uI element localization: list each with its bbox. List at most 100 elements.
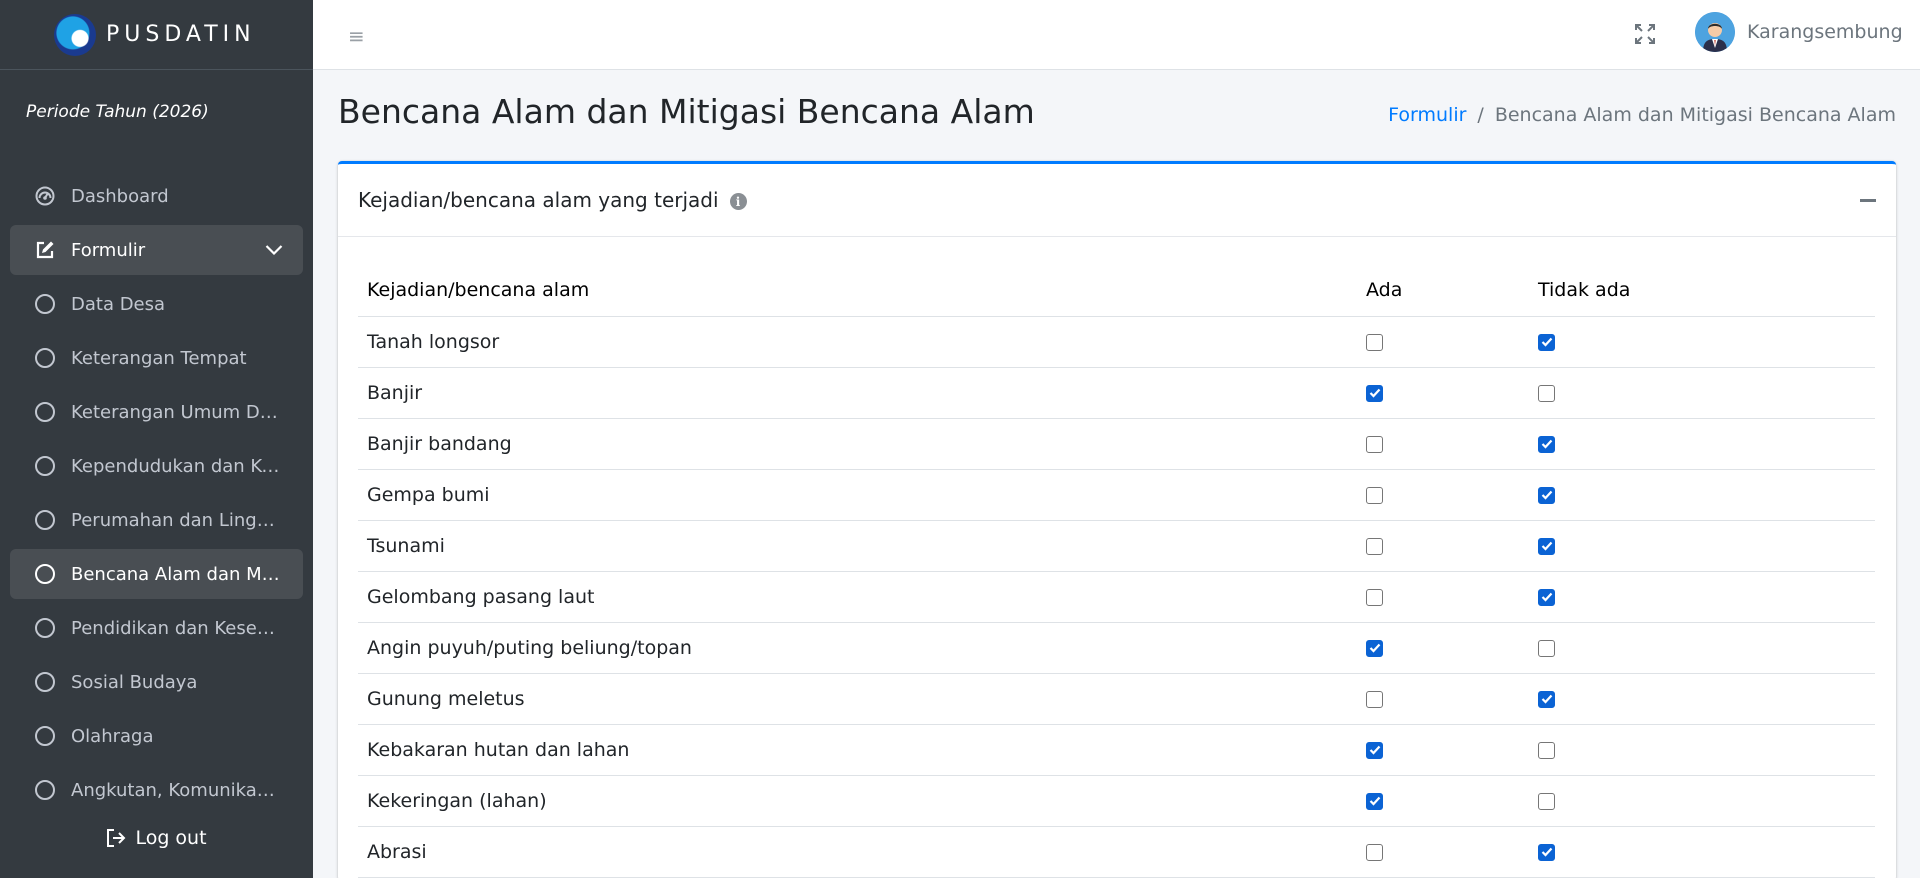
sidebar-item-kependudukan[interactable]: Kependudukan dan Ketenagakerjaan (10, 441, 303, 491)
sidebar-item-label: Sosial Budaya (71, 671, 198, 693)
row-label: Gelombang pasang laut (358, 571, 1357, 623)
row-cell-tidak-ada (1529, 418, 1875, 470)
fullscreen-icon[interactable] (1633, 22, 1657, 50)
row-label: Banjir (358, 367, 1357, 419)
row-label: Angin puyuh/puting beliung/topan (358, 622, 1357, 674)
collapse-minus-icon[interactable] (1860, 199, 1876, 202)
row-label: Kekeringan (lahan) (358, 775, 1357, 827)
row-cell-ada (1357, 469, 1529, 521)
edit-icon (34, 239, 56, 261)
circle-icon (34, 617, 56, 639)
sidebar-item-label: Kependudukan dan Ketenagakerjaan (71, 455, 303, 477)
chevron-down-icon (265, 240, 283, 261)
table-row: Abrasi (358, 826, 1875, 878)
circle-icon (34, 563, 56, 585)
table-row: Gunung meletus (358, 673, 1875, 725)
logout-label: Log out (135, 827, 207, 849)
row-cell-tidak-ada (1529, 826, 1875, 878)
row-cell-tidak-ada (1529, 673, 1875, 725)
username: Karangsembung (1747, 21, 1903, 43)
row-cell-tidak-ada (1529, 775, 1875, 827)
sidebar-item-data-desa[interactable]: Data Desa (10, 279, 303, 329)
sidebar-nav: Dashboard Formulir Data Desa Keterangan … (0, 171, 313, 815)
checkbox-tidak-ada[interactable] (1538, 384, 1555, 402)
sidebar-item-perumahan[interactable]: Perumahan dan Lingkungan Hidup (10, 495, 303, 545)
breadcrumb-formulir-link[interactable]: Formulir (1388, 104, 1466, 126)
checkbox-ada[interactable] (1366, 741, 1383, 759)
checkbox-ada[interactable] (1366, 333, 1383, 351)
sidebar-item-label: Angkutan, Komunikasi, dan Informasi (71, 779, 303, 801)
checkbox-tidak-ada[interactable] (1538, 792, 1555, 810)
checkbox-tidak-ada[interactable] (1538, 435, 1555, 453)
circle-icon (34, 347, 56, 369)
avatar (1695, 12, 1735, 52)
column-header-tidak-ada: Tidak ada (1529, 265, 1875, 317)
row-label: Tanah longsor (358, 316, 1357, 368)
row-cell-ada (1357, 622, 1529, 674)
checkbox-ada[interactable] (1366, 537, 1383, 555)
table-row: Angin puyuh/puting beliung/topan (358, 622, 1875, 674)
sidebar-item-dashboard[interactable]: Dashboard (10, 171, 303, 221)
sidebar: PUSDATIN Periode Tahun (2026) Dashboard … (0, 0, 313, 878)
checkbox-ada[interactable] (1366, 435, 1383, 453)
checkbox-ada[interactable] (1366, 639, 1383, 657)
breadcrumb-current: Bencana Alam dan Mitigasi Bencana Alam (1494, 104, 1896, 126)
periode-label: Periode Tahun (2026) (26, 102, 209, 122)
sidebar-item-label: Bencana Alam dan Mitigasi Bencana Alam (71, 563, 303, 585)
info-icon[interactable]: i (729, 193, 747, 210)
checkbox-ada[interactable] (1366, 384, 1383, 402)
checkbox-tidak-ada[interactable] (1538, 333, 1555, 351)
sidebar-item-label: Keterangan Umum Desa (71, 401, 292, 423)
circle-icon (34, 671, 56, 693)
row-cell-tidak-ada (1529, 571, 1875, 623)
sidebar-item-label: Olahraga (71, 725, 154, 747)
checkbox-ada[interactable] (1366, 690, 1383, 708)
checkbox-tidak-ada[interactable] (1538, 690, 1555, 708)
checkbox-ada[interactable] (1366, 486, 1383, 504)
row-label: Kebakaran hutan dan lahan (358, 724, 1357, 776)
sidebar-item-pendidikan[interactable]: Pendidikan dan Kesehatan (10, 603, 303, 653)
row-label: Gunung meletus (358, 673, 1357, 725)
menu-toggle-icon[interactable]: ≡ (348, 24, 365, 48)
brand-name: PUSDATIN (106, 22, 256, 47)
sidebar-item-angkutan[interactable]: Angkutan, Komunikasi, dan Informasi (10, 765, 303, 815)
sidebar-item-sosial-budaya[interactable]: Sosial Budaya (10, 657, 303, 707)
row-cell-tidak-ada (1529, 520, 1875, 572)
checkbox-tidak-ada[interactable] (1538, 588, 1555, 606)
checkbox-tidak-ada[interactable] (1538, 843, 1555, 861)
page-title: Bencana Alam dan Mitigasi Bencana Alam (338, 92, 1035, 131)
row-cell-ada (1357, 673, 1529, 725)
circle-icon (34, 401, 56, 423)
checkbox-tidak-ada[interactable] (1538, 537, 1555, 555)
sidebar-item-olahraga[interactable]: Olahraga (10, 711, 303, 761)
brand-link[interactable]: PUSDATIN (0, 0, 313, 70)
checkbox-ada[interactable] (1366, 843, 1383, 861)
card-title: Kejadian/bencana alam yang terjadi (358, 188, 719, 212)
table-row: Kebakaran hutan dan lahan (358, 724, 1875, 776)
row-label: Abrasi (358, 826, 1357, 878)
table-row: Banjir bandang (358, 418, 1875, 470)
table-row: Tsunami (358, 520, 1875, 572)
checkbox-tidak-ada[interactable] (1538, 741, 1555, 759)
sidebar-item-bencana-alam[interactable]: Bencana Alam dan Mitigasi Bencana Alam (10, 549, 303, 599)
table-row: Gempa bumi (358, 469, 1875, 521)
table-header-row: Kejadian/bencana alam Ada Tidak ada (358, 265, 1875, 317)
checkbox-ada[interactable] (1366, 588, 1383, 606)
row-cell-ada (1357, 418, 1529, 470)
sidebar-item-keterangan-tempat[interactable]: Keterangan Tempat (10, 333, 303, 383)
sidebar-item-keterangan-umum-desa[interactable]: Keterangan Umum Desa (10, 387, 303, 437)
checkbox-ada[interactable] (1366, 792, 1383, 810)
user-menu[interactable]: Karangsembung (1695, 12, 1903, 52)
checkbox-tidak-ada[interactable] (1538, 639, 1555, 657)
row-cell-ada (1357, 520, 1529, 572)
row-label: Tsunami (358, 520, 1357, 572)
logout-button[interactable]: Log out (0, 818, 313, 858)
circle-icon (34, 779, 56, 801)
bencana-table: Kejadian/bencana alam Ada Tidak ada Tana… (358, 265, 1875, 878)
table-row: Gelombang pasang laut (358, 571, 1875, 623)
sidebar-item-formulir[interactable]: Formulir (10, 225, 303, 275)
row-cell-tidak-ada (1529, 469, 1875, 521)
sidebar-item-label: Data Desa (71, 293, 166, 315)
checkbox-tidak-ada[interactable] (1538, 486, 1555, 504)
table-row: Kekeringan (lahan) (358, 775, 1875, 827)
